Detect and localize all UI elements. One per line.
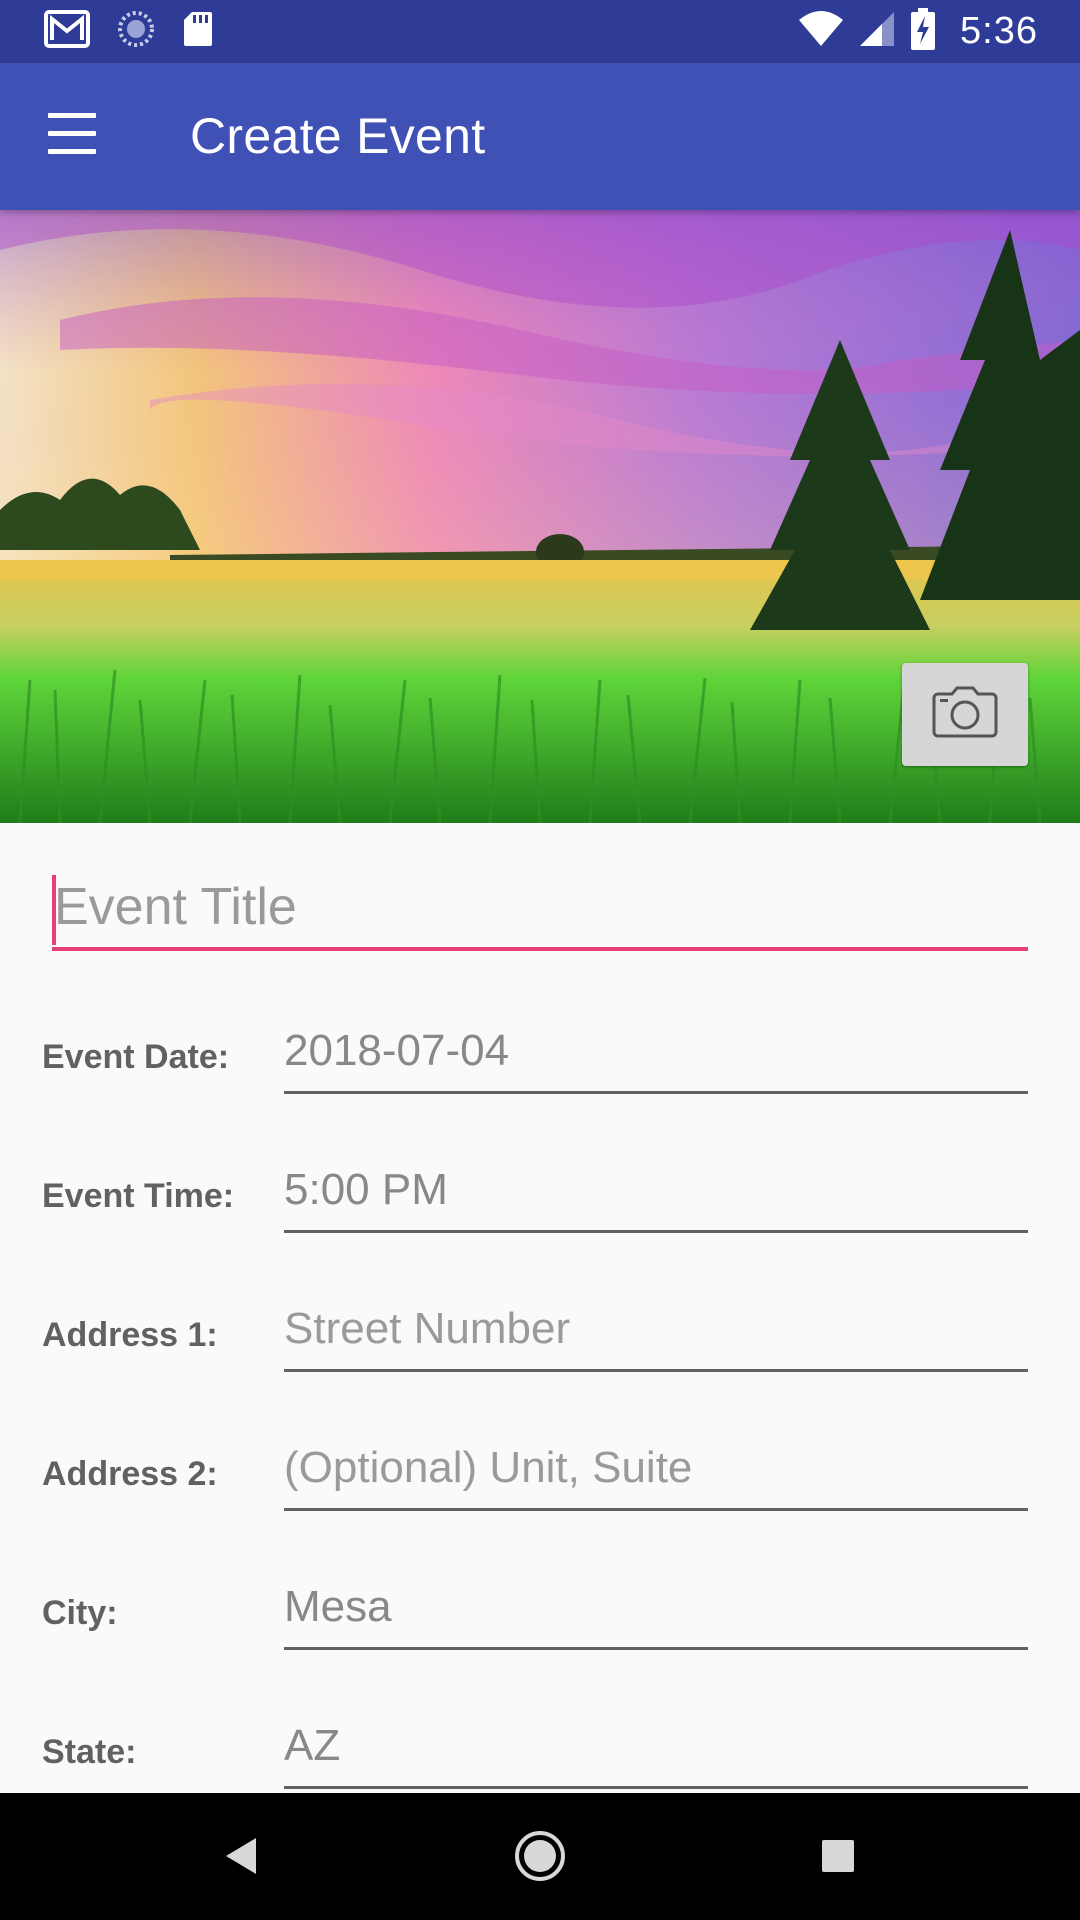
sync-icon xyxy=(116,9,156,54)
system-nav-bar xyxy=(0,1793,1080,1920)
page-title: Create Event xyxy=(190,108,486,164)
status-bar-notifications xyxy=(44,9,214,54)
hamburger-menu-icon[interactable] xyxy=(44,113,100,159)
status-bar: 5:36 xyxy=(0,0,1080,63)
event-title-input[interactable] xyxy=(54,869,1024,945)
sd-card-icon xyxy=(182,10,214,53)
gmail-icon xyxy=(44,9,90,53)
event-title-field[interactable] xyxy=(52,869,1028,951)
city-input[interactable] xyxy=(284,1566,1028,1650)
address2-label: Address 2: xyxy=(42,1455,218,1493)
home-icon[interactable] xyxy=(500,1821,580,1891)
event-form: Event Date: Event Time: Address 1: Addre… xyxy=(0,823,1080,1793)
state-input[interactable] xyxy=(284,1705,1028,1789)
battery-charging-icon xyxy=(910,7,936,55)
event-time-row: Event Time: xyxy=(0,1149,1080,1249)
camera-icon xyxy=(932,686,998,743)
state-label: State: xyxy=(42,1733,137,1771)
status-time: 5:36 xyxy=(960,9,1038,52)
address1-input[interactable] xyxy=(284,1288,1028,1372)
address1-row: Address 1: xyxy=(0,1288,1080,1388)
app-bar: Create Event xyxy=(0,63,1080,210)
event-date-input[interactable] xyxy=(284,1010,1028,1094)
event-date-label: Event Date: xyxy=(42,1038,230,1076)
wifi-icon xyxy=(798,10,844,53)
status-bar-system: 5:36 xyxy=(798,7,1038,55)
back-icon[interactable] xyxy=(202,1821,282,1891)
state-row: State: xyxy=(0,1705,1080,1793)
city-label: City: xyxy=(42,1594,118,1632)
event-date-row: Event Date: xyxy=(0,1010,1080,1110)
recents-icon[interactable] xyxy=(798,1821,878,1891)
event-time-input[interactable] xyxy=(284,1149,1028,1233)
event-time-label: Event Time: xyxy=(42,1177,235,1215)
change-photo-button[interactable] xyxy=(902,663,1028,766)
city-row: City: xyxy=(0,1566,1080,1666)
signal-icon xyxy=(858,10,896,53)
address1-label: Address 1: xyxy=(42,1316,218,1354)
address2-input[interactable] xyxy=(284,1427,1028,1511)
address2-row: Address 2: xyxy=(0,1427,1080,1527)
